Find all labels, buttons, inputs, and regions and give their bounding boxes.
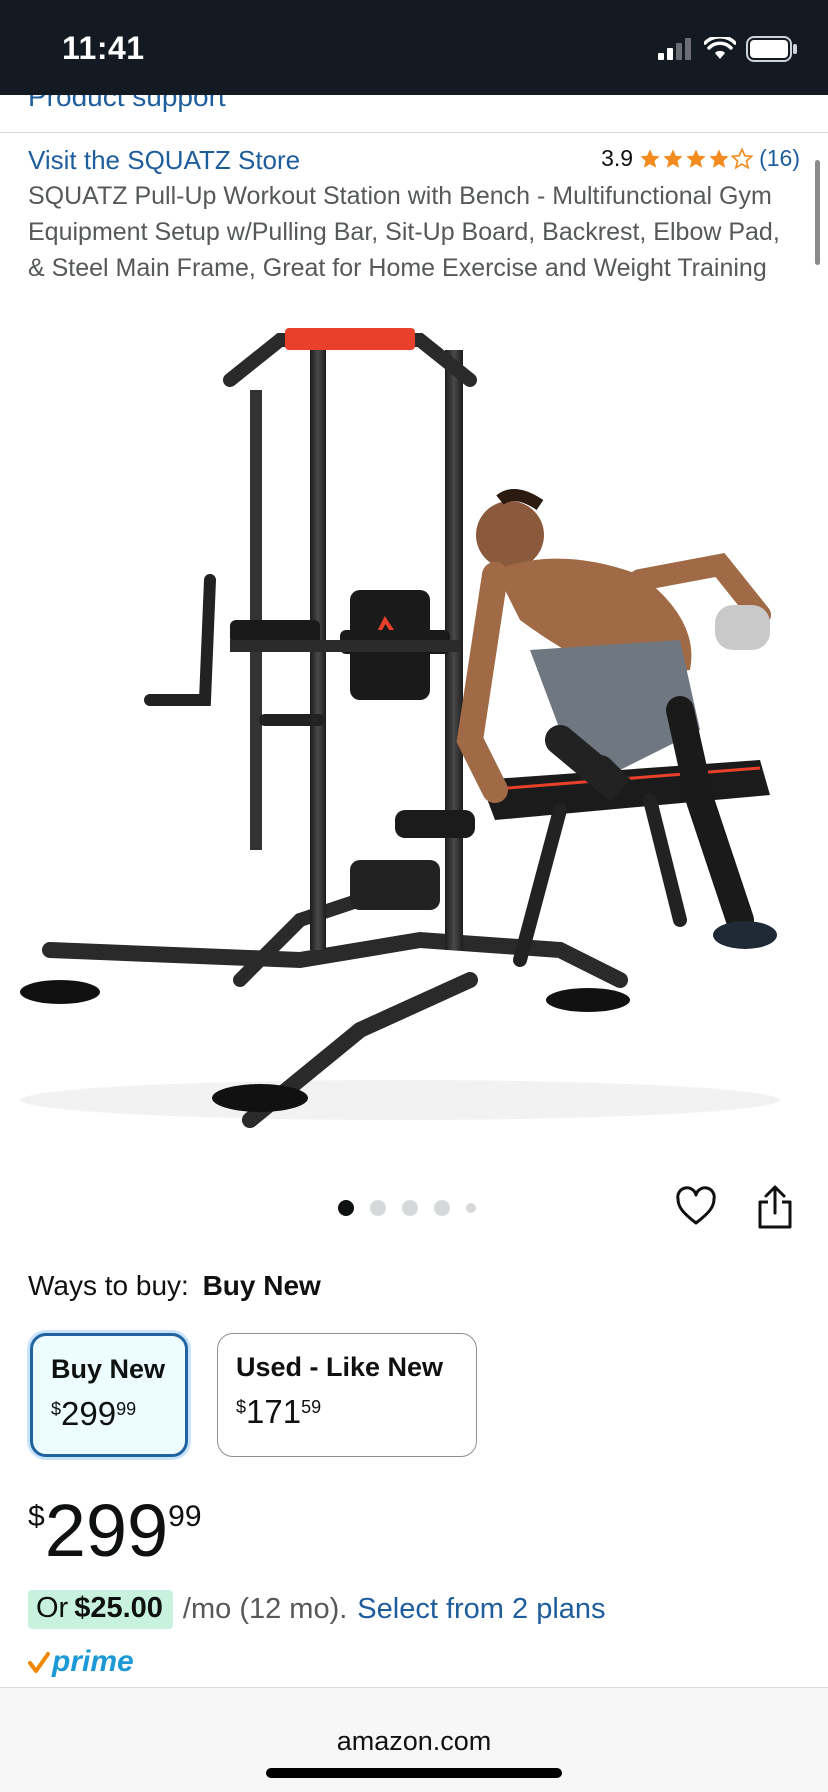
prime-label: prime [52,1645,134,1678]
rating-value: 3.9 [601,145,634,171]
ways-to-buy-value: Buy New [202,1270,321,1301]
installment-amount: $25.00 [74,1592,163,1624]
scroll-indicator [815,160,820,265]
image-carousel-dots[interactable] [338,1200,476,1216]
product-image[interactable] [0,320,828,1140]
status-time: 11:41 [62,30,145,66]
carousel-dot[interactable] [370,1200,386,1216]
status-bar: 11:41 [0,0,828,95]
heart-icon[interactable] [675,1186,717,1228]
rating-summary[interactable]: 3.9 (16) [601,145,800,172]
select-plans-link[interactable]: Select from 2 plans [357,1593,605,1626]
option-label: Buy New [51,1354,166,1384]
browser-bottom-bar: amazon.com [0,1687,828,1792]
star-empty-icon [731,147,754,169]
signal-icon [658,38,691,60]
wifi-icon [704,37,736,59]
option-price: $ 299 99 [51,1395,167,1433]
home-indicator [266,1768,562,1778]
main-price: $ 299 99 [28,1490,202,1572]
installment-offer: Or $25.00 /mo (12 mo). Select from 2 plan… [28,1590,606,1629]
star-full-icon [709,148,729,168]
used-like-new-option[interactable]: Used - Like New $ 171 59 [217,1333,477,1457]
star-rating [639,147,754,170]
visit-store-link[interactable]: Visit the SQUATZ Store [28,145,300,176]
star-full-icon [686,148,706,168]
status-icons [658,36,798,62]
option-price: $ 171 59 [236,1393,458,1431]
prime-badge: prime [28,1645,134,1679]
carousel-dot[interactable] [466,1203,476,1213]
price-fraction: 59 [301,1397,322,1417]
star-full-icon [640,148,660,168]
carousel-dot-active[interactable] [338,1200,354,1216]
price-whole: 299 [44,1489,169,1572]
store-rating-row: Visit the SQUATZ Store 3.9 (16) [28,145,800,181]
price-whole: 171 [246,1393,302,1430]
share-icon[interactable] [756,1184,794,1230]
product-support-strip: Product support [0,95,828,133]
installment-highlight: Or $25.00 [28,1590,173,1629]
rating-count: (16) [759,145,800,171]
installment-prefix: Or [36,1592,69,1624]
prime-check-icon [28,1652,50,1673]
price-fraction: 99 [116,1399,137,1419]
star-full-icon [663,148,683,168]
price-currency: $ [236,1397,247,1417]
price-currency: $ [28,1500,45,1533]
product-title: SQUATZ Pull-Up Workout Station with Benc… [28,182,780,282]
option-label: Used - Like New [236,1352,444,1382]
price-fraction: 99 [168,1500,202,1533]
installment-term: /mo (12 mo). [182,1593,348,1625]
battery-icon [746,36,797,62]
product-support-link[interactable]: Product support [28,95,226,113]
price-currency: $ [51,1399,62,1419]
ways-to-buy: Ways to buy: Buy New [28,1270,321,1302]
ways-to-buy-label: Ways to buy: [28,1270,189,1301]
buy-new-option[interactable]: Buy New $ 299 99 [30,1333,188,1457]
price-whole: 299 [61,1395,117,1432]
carousel-dot[interactable] [402,1200,418,1216]
carousel-dot[interactable] [434,1200,450,1216]
address-bar-domain[interactable]: amazon.com [0,1726,828,1757]
